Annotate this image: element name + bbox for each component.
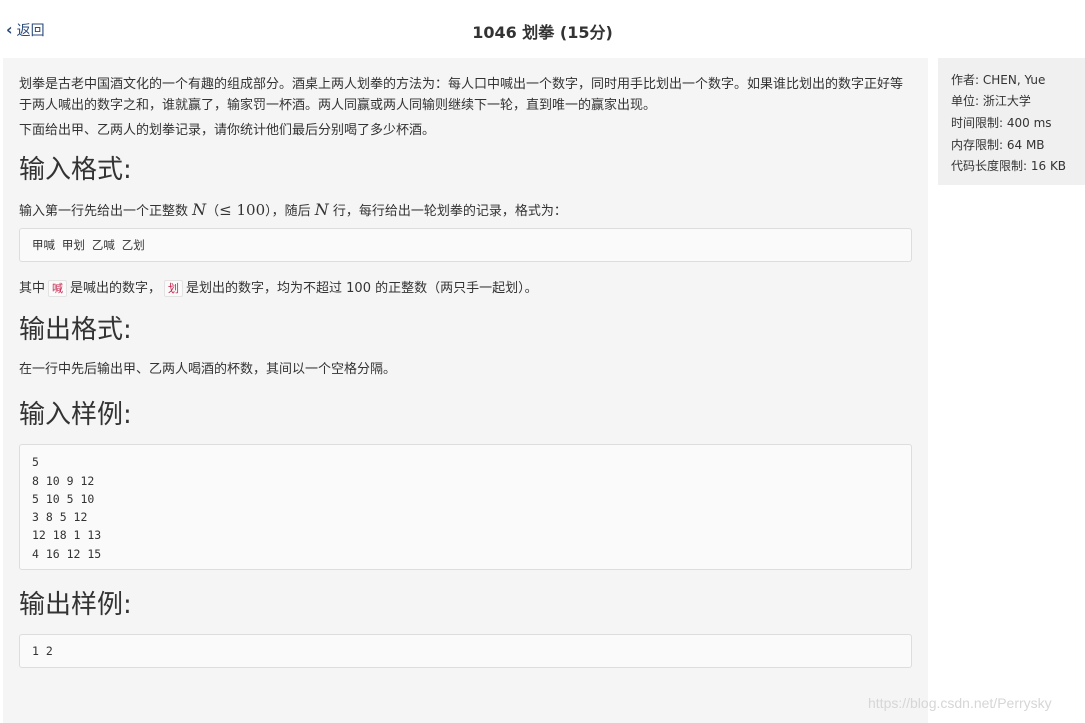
sample-output-code: 1 2 xyxy=(19,634,912,669)
author-info: 作者: CHEN, Yue xyxy=(951,73,1046,87)
code-limit-info: 代码长度限制: 16 KB xyxy=(951,159,1067,173)
format-code-block: 甲喊 甲划 乙喊 乙划 xyxy=(19,228,912,263)
page-title: 1046 划拳 (15分) xyxy=(472,23,613,42)
watermark-text: https://blog.csdn.net/Perrysky xyxy=(868,695,1052,711)
explain-a: 其中 xyxy=(19,281,46,297)
input-format-text: 输入第一行先给出一个正整数 N（≤ 100），随后 N 行，每行给出一轮划拳的记… xyxy=(19,199,912,222)
unit-info: 单位: 浙江大学 xyxy=(951,94,1031,108)
inline-code-gesture: 划 xyxy=(164,280,184,298)
input-text-a: 输入第一行先给出一个正整数 xyxy=(19,204,193,219)
explain-c: 是划出的数字，均为不超过 100 的正整数（两只手一起划）。 xyxy=(186,281,538,297)
math-paren-open: （ xyxy=(206,204,220,219)
input-text-b: ，随后 xyxy=(271,204,315,219)
input-format-heading: 输入格式: xyxy=(19,155,132,185)
math-leq: ≤ 100 xyxy=(219,201,266,219)
sample-input-heading: 输入样例: xyxy=(19,400,132,431)
math-n-2: N xyxy=(314,200,329,219)
explain-b: 是喊出的数字， xyxy=(70,281,162,297)
problem-content: 划拳是古老中国酒文化的一个有趣的组成部分。酒桌上两人划拳的方法为：每人口中喊出一… xyxy=(19,74,912,669)
problem-panel: 划拳是古老中国酒文化的一个有趣的组成部分。酒桌上两人划拳的方法为：每人口中喊出一… xyxy=(3,58,928,723)
output-format-text: 在一行中先后输出甲、乙两人喝酒的杯数，其间以一个空格分隔。 xyxy=(19,362,397,378)
input-text-c: 行，每行给出一轮划拳的记录，格式为： xyxy=(328,204,567,219)
inline-code-shout: 喊 xyxy=(48,280,68,298)
intro-paragraph: 划拳是古老中国酒文化的一个有趣的组成部分。酒桌上两人划拳的方法为：每人口中喊出一… xyxy=(19,77,904,113)
time-limit-info: 时间限制: 400 ms xyxy=(951,116,1052,130)
output-format-heading: 输出格式: xyxy=(19,315,132,346)
memory-limit-info: 内存限制: 64 MB xyxy=(951,138,1045,152)
problem-info-panel: 作者: CHEN, Yue 单位: 浙江大学 时间限制: 400 ms 内存限制… xyxy=(938,58,1085,185)
sample-input-code: 5 8 10 9 12 5 10 5 10 3 8 5 12 12 18 1 1… xyxy=(19,444,912,571)
top-bar: ‹ 返回 1046 划拳 (15分) xyxy=(0,0,1085,58)
intro-paragraph-2: 下面给出甲、乙两人的划拳记录，请你统计他们最后分别喝了多少杯酒。 xyxy=(19,123,436,138)
math-n: N xyxy=(192,200,207,219)
sample-output-heading: 输出样例: xyxy=(19,590,132,621)
explain-text: 其中喊是喊出的数字，划是划出的数字，均为不超过 100 的正整数（两只手一起划）… xyxy=(19,278,912,299)
